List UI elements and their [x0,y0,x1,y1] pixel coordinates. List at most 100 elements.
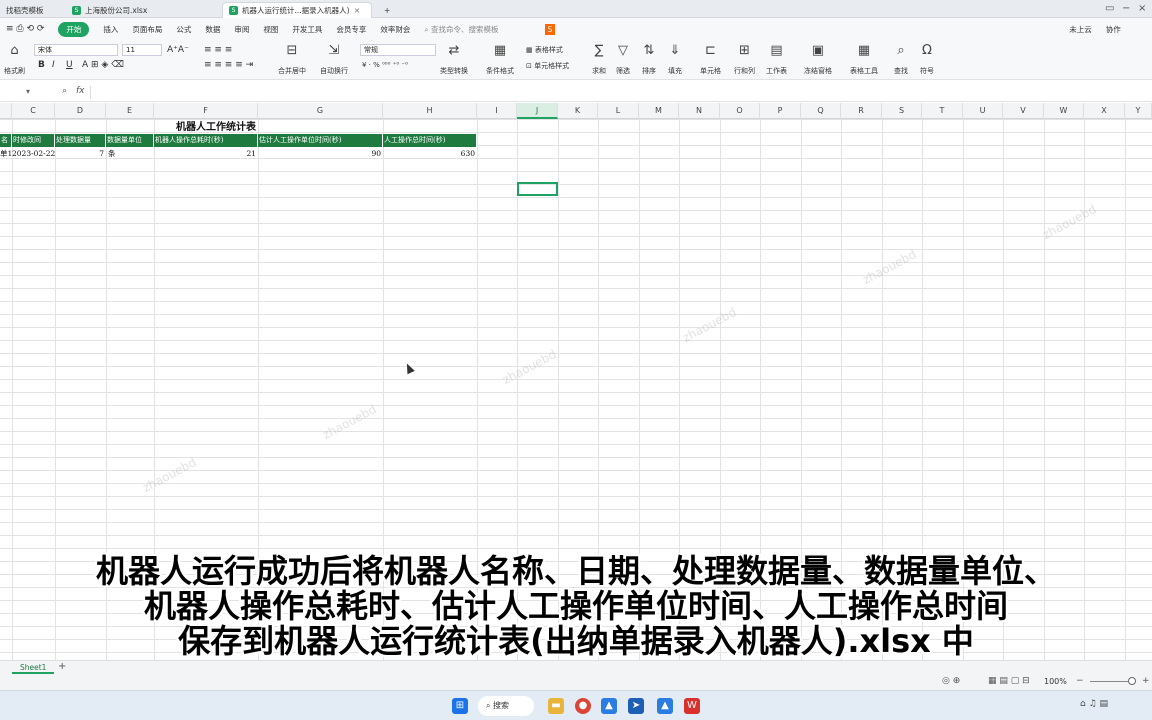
eye-icon[interactable]: ◎ ⊕ [942,676,960,686]
zoom-slider-handle[interactable] [1128,677,1136,685]
col-header[interactable]: Y [1125,103,1152,119]
restore-icon[interactable]: ▭ [1105,3,1114,14]
add-sheet-icon[interactable]: + [58,661,66,672]
symbol-button[interactable]: Ω 符号 [920,43,934,76]
header-cell[interactable]: 机器人操作总耗时(秒) [154,134,258,147]
merge-button[interactable]: ⊟ 合并居中 [278,43,306,76]
header-cell[interactable]: 人工操作总时间(秒) [383,134,477,147]
header-cell[interactable]: 数据量单位 [106,134,154,147]
wps-icon[interactable]: W [684,698,700,714]
col-header[interactable]: O [720,103,760,119]
command-search[interactable]: ⌕ 查找命令、搜索模板 [424,24,498,35]
col-header[interactable]: I [477,103,517,119]
zoom-level[interactable]: 100% [1044,677,1067,686]
chrome-icon[interactable]: ● [575,698,591,714]
menu-insert[interactable]: 插入 [103,24,118,35]
table-style-button[interactable]: ▦ 表格样式 [526,44,563,56]
tab-template[interactable]: 找稻壳模板 [0,2,64,18]
col-header[interactable]: H [383,103,477,119]
col-header[interactable]: X [1084,103,1125,119]
align-top-icon[interactable]: ≡ ≡ ≡ [204,44,232,56]
windows-start-icon[interactable]: ⊞ [452,698,468,714]
col-header[interactable]: N [679,103,720,119]
col-header[interactable]: R [841,103,882,119]
sum-button[interactable]: ∑ 求和 [592,43,606,76]
worksheet-button[interactable]: ▤ 工作表 [766,43,787,76]
menu-view[interactable]: 视图 [263,24,278,35]
bold-icon[interactable]: B [38,59,45,71]
tray-icons[interactable]: ⌂ ♫ ▤ [1080,699,1108,709]
underline-icon[interactable]: U [66,59,73,71]
col-header-selected[interactable]: J [517,103,558,119]
menu-page-layout[interactable]: 页面布局 [132,24,162,35]
font-grow-icon[interactable]: A⁺A⁻ [167,44,189,56]
rowcol-button[interactable]: ⊞ 行和列 [734,43,755,76]
cell-style-button[interactable]: ⊡ 单元格样式 [526,60,569,72]
sort-button[interactable]: ⇅ 排序 [642,43,656,76]
file-explorer-icon[interactable]: ▬ [548,698,564,714]
format-painter-button[interactable]: ⌂ 格式刷 [4,43,25,76]
menu-member[interactable]: 会员专享 [336,24,366,35]
font-size-select[interactable]: 11 [122,44,162,56]
freeze-button[interactable]: ▣ 冻结窗格 [804,43,832,76]
data-cell[interactable]: 21 [154,147,258,160]
namebox-dropdown-icon[interactable]: ▾ [26,87,30,96]
col-header[interactable]: Q [801,103,841,119]
col-header[interactable]: M [639,103,679,119]
data-cell[interactable]: 7 [55,147,106,160]
col-header[interactable]: G [258,103,383,119]
currency-icon[interactable]: ¥ · % ⁰⁰⁰ ⁺⁰ ⁻⁰ [362,59,408,71]
data-cell[interactable]: 条 [106,147,154,160]
table-tools-button[interactable]: ▦ 表格工具 [850,43,878,76]
cell-button[interactable]: ⊏ 单元格 [700,43,721,76]
tab-shanghai[interactable]: S 上海股份公司.xlsx [66,2,216,18]
view-normal-icon[interactable]: ▦ ▤ ▢ ⊟ [988,676,1030,686]
find-button[interactable]: ⌕ 查找 [894,43,908,76]
app-icon[interactable]: ▲ [657,698,673,714]
border-icon[interactable]: A ⊞ ◈ ⌫ [82,59,124,71]
header-cell[interactable]: 时修改间 [12,134,55,147]
conditional-format-button[interactable]: ▦ 条件格式 [486,43,514,76]
col-header-b[interactable] [0,103,12,119]
new-tab-button[interactable]: + [378,2,396,18]
col-header[interactable]: C [12,103,55,119]
col-header[interactable]: F [154,103,258,119]
col-header[interactable]: E [106,103,154,119]
close-window-icon[interactable]: × [1138,3,1146,14]
close-icon[interactable]: × [354,6,361,15]
col-header[interactable]: U [963,103,1003,119]
menu-review[interactable]: 审阅 [234,24,249,35]
sheet-title[interactable]: 机器人工作统计表 [155,121,277,134]
menu-developer[interactable]: 开发工具 [292,24,322,35]
data-cell[interactable]: 单1 [0,147,12,160]
menu-finance[interactable]: 效率财会 [380,24,410,35]
tab-robot-stats[interactable]: S 机器人运行统计...据录入机器人) × [222,2,372,18]
formula-input[interactable] [90,86,1140,99]
menu-formula[interactable]: 公式 [176,24,191,35]
taskbar-search[interactable]: ⌕ 搜索 [478,696,534,716]
sheet-tab-sheet1[interactable]: Sheet1 [12,662,55,674]
fx-icon[interactable]: fx [76,86,85,96]
data-cell[interactable]: 2023-02-22 [12,147,55,160]
header-cell[interactable]: 处理数据量 [55,134,106,147]
menu-data[interactable]: 数据 [205,24,220,35]
col-header[interactable]: W [1044,103,1084,119]
data-cell[interactable]: 90 [258,147,383,160]
menu-start[interactable]: 开始 [58,21,90,37]
fill-button[interactable]: ⇓ 填充 [668,43,682,76]
header-cell[interactable]: 名 [0,134,12,147]
font-select[interactable]: 宋体 [34,44,118,56]
zoom-icon[interactable]: ⌕ [62,86,67,96]
collab-button[interactable]: 协作 [1106,24,1121,35]
col-header[interactable]: K [558,103,598,119]
data-cell[interactable]: 630 [383,147,477,160]
align-left-icon[interactable]: ≡ ≡ ≡ ≡ ⇥ [204,59,253,71]
ime-icon[interactable]: S [544,23,556,35]
number-format-select[interactable]: 常规 [360,44,436,56]
col-header[interactable]: T [922,103,963,119]
file-menu-icon[interactable]: ≡ ⎙ ⟲ ⟳ [6,24,44,34]
header-cell[interactable]: 估计人工操作单位时间(秒) [258,134,383,147]
app-icon[interactable]: ➤ [628,698,644,714]
minimize-icon[interactable]: − [1122,3,1130,14]
zoom-in-icon[interactable]: + [1142,676,1150,686]
